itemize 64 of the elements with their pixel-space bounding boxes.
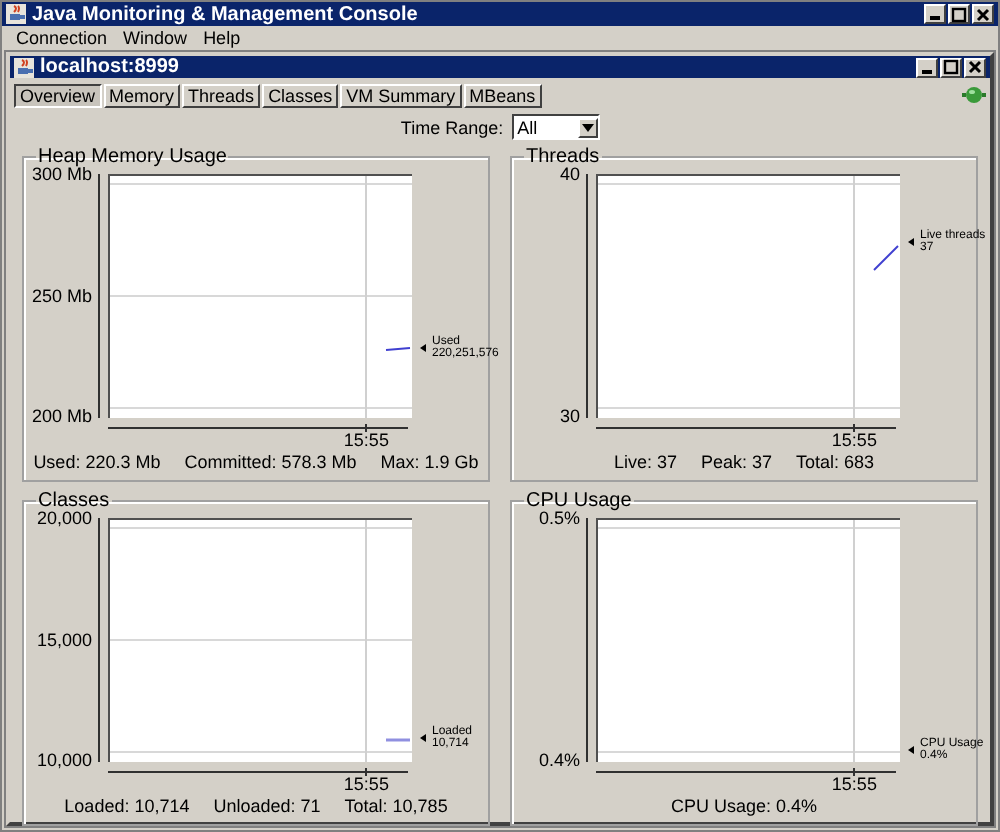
minimize-icon <box>930 16 940 20</box>
pointer-icon <box>908 745 914 754</box>
minimize-button[interactable] <box>916 57 938 77</box>
maximize-icon <box>942 58 960 76</box>
y-tick-label: 200 Mb <box>31 408 92 426</box>
data-line <box>873 245 899 271</box>
tab[interactable]: Overview <box>14 83 102 107</box>
stat-text: Total: 10,785 <box>344 796 448 816</box>
tab[interactable]: VM Summary <box>340 83 462 107</box>
panel-title: Threads <box>524 146 602 168</box>
tab[interactable]: Memory <box>103 83 181 107</box>
stat-text: Peak: 37 <box>700 452 773 472</box>
caret-icon <box>581 123 594 131</box>
stat-text: Committed: 578.3 Mb <box>184 452 357 472</box>
y-tick-label: 30 <box>559 408 580 426</box>
frame-title: localhost:8999 <box>40 56 181 78</box>
y-tick-label: 0.5% <box>538 510 580 528</box>
menu-item[interactable]: Window <box>115 27 196 47</box>
tab[interactable]: Classes <box>262 83 339 107</box>
tab[interactable]: Threads <box>182 83 261 107</box>
pointer-icon <box>908 238 914 247</box>
tab[interactable]: MBeans <box>463 83 542 107</box>
stat-text: Used: 220.3 Mb <box>33 452 161 472</box>
java-cup-icon <box>14 57 34 77</box>
y-tick-label: 250 Mb <box>31 287 92 305</box>
x-tick-label: 15:55 <box>343 432 389 450</box>
panel-title: Classes <box>36 490 112 512</box>
pointer-icon <box>420 343 426 352</box>
x-tick-label: 15:55 <box>831 776 877 794</box>
x-tick-label: 15:55 <box>831 432 877 450</box>
y-tick-label: 0.4% <box>538 752 580 770</box>
stat-text: Unloaded: 71 <box>213 796 321 816</box>
data-line <box>385 347 411 351</box>
menu-item[interactable]: Connection <box>8 27 116 47</box>
maximize-button[interactable] <box>940 57 962 77</box>
y-tick-label: 15,000 <box>36 631 92 649</box>
stat-text: Loaded: 10,714 <box>64 796 190 816</box>
panel-title: CPU Usage <box>524 490 634 512</box>
stat-text: Total: 683 <box>796 452 875 472</box>
panel-title: Heap Memory Usage <box>38 146 229 168</box>
stat-text: CPU Usage: 0.4% <box>670 796 818 816</box>
stat-text: Live: 37 <box>613 452 677 472</box>
y-tick-label: 40 <box>559 166 580 184</box>
window-title: Java Monitoring & Management Console <box>32 3 420 25</box>
menu-item[interactable]: Help <box>195 27 249 47</box>
time-range-label: Time Range: <box>400 117 504 137</box>
time-range-dropdown[interactable]: All <box>511 114 600 140</box>
close-icon <box>974 5 992 23</box>
close-icon <box>966 58 984 76</box>
close-button[interactable] <box>964 57 986 77</box>
pointer-icon <box>420 733 426 742</box>
y-tick-label: 10,000 <box>36 752 92 770</box>
x-tick-label: 15:55 <box>343 776 389 794</box>
java-cup-icon <box>6 4 26 24</box>
y-tick-label: 300 Mb <box>31 166 92 184</box>
maximize-icon <box>950 5 968 23</box>
stat-text: Max: 1.9 Gb <box>380 452 479 472</box>
minimize-button[interactable] <box>924 4 946 24</box>
data-line <box>386 738 410 742</box>
minimize-icon <box>922 69 932 73</box>
close-button[interactable] <box>972 4 994 24</box>
y-tick-label: 20,000 <box>36 510 92 528</box>
status-icon <box>962 86 986 104</box>
maximize-button[interactable] <box>948 4 970 24</box>
